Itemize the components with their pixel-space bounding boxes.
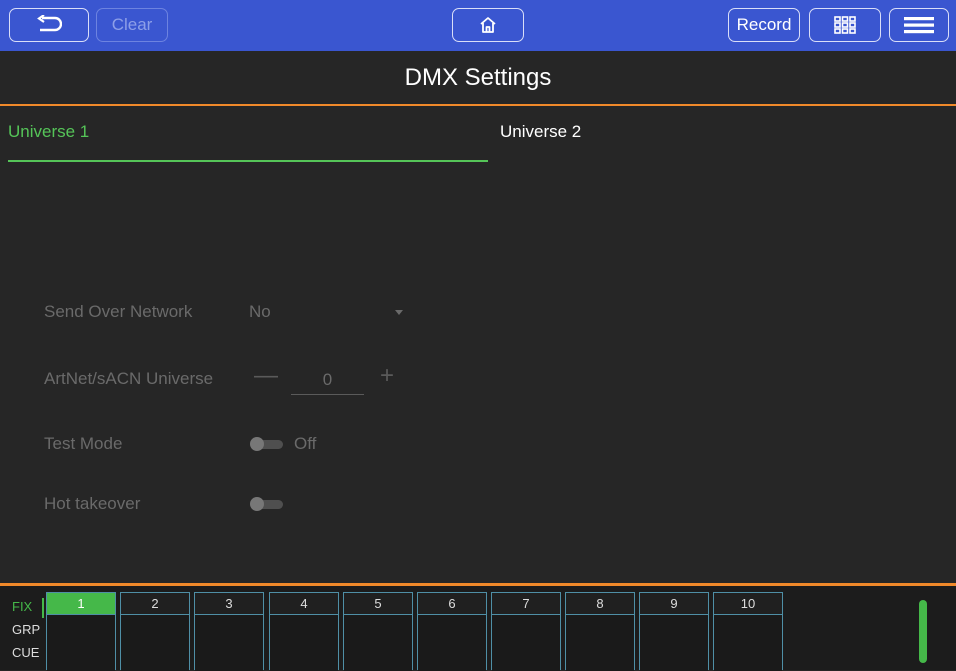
slot-6[interactable]: 6 bbox=[417, 592, 487, 671]
mode-cue[interactable]: CUE bbox=[12, 645, 39, 660]
level-indicator[interactable] bbox=[919, 600, 927, 663]
slot-1[interactable]: 1 bbox=[46, 592, 116, 671]
page-title: DMX Settings bbox=[0, 51, 956, 106]
slot-number: 9 bbox=[640, 593, 708, 615]
slot-number: 2 bbox=[121, 593, 189, 615]
dropdown-arrow-icon bbox=[395, 310, 403, 315]
send-over-network-label: Send Over Network bbox=[44, 302, 193, 321]
test-mode-toggle[interactable] bbox=[250, 437, 283, 451]
top-toolbar: Clear Record bbox=[0, 0, 956, 51]
grid-icon bbox=[834, 16, 856, 34]
clear-button[interactable]: Clear bbox=[96, 8, 168, 42]
slot-number: 6 bbox=[418, 593, 486, 615]
universe-number-field[interactable]: 0 bbox=[291, 366, 364, 395]
slot-number: 10 bbox=[714, 593, 782, 615]
increment-button[interactable]: + bbox=[380, 362, 394, 390]
tab-universe-2[interactable]: Universe 2 bbox=[500, 122, 581, 142]
slot-number: 5 bbox=[344, 593, 412, 615]
slot-9[interactable]: 9 bbox=[639, 592, 709, 671]
grid-view-button[interactable] bbox=[809, 8, 881, 42]
slot-number: 1 bbox=[47, 593, 115, 615]
back-button[interactable] bbox=[9, 8, 89, 42]
toggle-knob bbox=[250, 497, 264, 511]
mode-grp[interactable]: GRP bbox=[12, 622, 40, 637]
home-icon bbox=[480, 17, 496, 33]
slot-5[interactable]: 5 bbox=[343, 592, 413, 671]
test-mode-label: Test Mode bbox=[44, 434, 123, 453]
slot-number: 8 bbox=[566, 593, 634, 615]
slot-8[interactable]: 8 bbox=[565, 592, 635, 671]
menu-button[interactable] bbox=[889, 8, 949, 42]
back-arrow-icon bbox=[37, 15, 62, 32]
home-button[interactable] bbox=[452, 8, 524, 42]
hot-takeover-toggle[interactable] bbox=[250, 497, 283, 511]
record-button[interactable]: Record bbox=[728, 8, 800, 42]
slot-7[interactable]: 7 bbox=[491, 592, 561, 671]
slot-10[interactable]: 10 bbox=[713, 592, 783, 671]
slot-number: 4 bbox=[270, 593, 338, 615]
mode-fix[interactable]: FIX bbox=[12, 599, 32, 614]
send-over-network-value: No bbox=[249, 302, 271, 321]
decrement-button[interactable]: — bbox=[254, 362, 278, 390]
slot-2[interactable]: 2 bbox=[120, 592, 190, 671]
slot-number: 3 bbox=[195, 593, 263, 615]
slot-4[interactable]: 4 bbox=[269, 592, 339, 671]
mode-indicator bbox=[42, 598, 44, 618]
active-tab-indicator bbox=[8, 160, 488, 162]
slot-number: 7 bbox=[492, 593, 560, 615]
send-over-network-select[interactable]: No bbox=[249, 300, 409, 324]
slot-3[interactable]: 3 bbox=[194, 592, 264, 671]
test-mode-state: Off bbox=[294, 434, 317, 453]
hamburger-menu-icon bbox=[904, 17, 934, 34]
toggle-knob bbox=[250, 437, 264, 451]
universe-number-value: 0 bbox=[322, 370, 333, 389]
tab-universe-1[interactable]: Universe 1 bbox=[8, 122, 89, 142]
hot-takeover-label: Hot takeover bbox=[44, 494, 141, 513]
artnet-universe-label: ArtNet/sACN Universe bbox=[44, 369, 214, 388]
